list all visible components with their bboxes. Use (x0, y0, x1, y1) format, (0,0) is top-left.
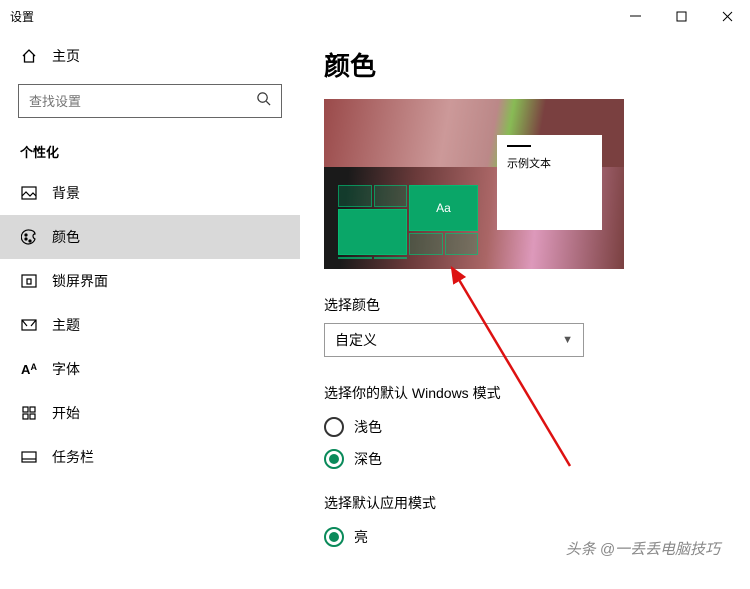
sidebar-item-taskbar[interactable]: 任务栏 (0, 435, 300, 479)
home-label: 主页 (52, 46, 80, 66)
start-icon (20, 406, 38, 420)
sidebar-item-label: 锁屏界面 (52, 271, 108, 291)
dropdown-value: 自定义 (335, 330, 377, 350)
sidebar-item-label: 开始 (52, 403, 80, 423)
page-title: 颜色 (324, 46, 750, 83)
lockscreen-icon (20, 274, 38, 288)
theme-icon (20, 318, 38, 332)
radio-label: 浅色 (354, 417, 382, 437)
sidebar-group-header: 个性化 (0, 136, 300, 171)
sidebar-item-label: 主题 (52, 315, 80, 335)
radio-icon (324, 449, 344, 469)
choose-color-dropdown[interactable]: 自定义 ▼ (324, 323, 584, 357)
sidebar-item-themes[interactable]: 主题 (0, 303, 300, 347)
radio-icon (324, 527, 344, 547)
home-link[interactable]: 主页 (0, 38, 300, 74)
sidebar-item-fonts[interactable]: AA 字体 (0, 347, 300, 391)
home-icon (20, 48, 38, 64)
watermark: 头条 @一丢丢电脑技巧 (566, 538, 720, 559)
radio-windows-light[interactable]: 浅色 (324, 411, 750, 443)
palette-icon (20, 229, 38, 245)
font-icon: AA (20, 362, 38, 377)
content-pane: 颜色 Aa 示例文本 选择颜色 自定义 ▼ 选择你的默认 Windows 模式 … (300, 32, 750, 589)
sidebar-item-background[interactable]: 背景 (0, 171, 300, 215)
sample-window: 示例文本 (497, 135, 602, 230)
sidebar-item-start[interactable]: 开始 (0, 391, 300, 435)
minimize-button[interactable] (612, 0, 658, 32)
search-input[interactable] (29, 94, 256, 109)
radio-label: 深色 (354, 449, 382, 469)
choose-color-label: 选择颜色 (324, 295, 750, 315)
chevron-down-icon: ▼ (562, 334, 573, 346)
color-preview: Aa 示例文本 (324, 99, 624, 269)
radio-icon (324, 417, 344, 437)
radio-label: 亮 (354, 527, 368, 547)
sidebar-item-label: 字体 (52, 359, 80, 379)
window-controls (612, 0, 750, 32)
sidebar-item-colors[interactable]: 颜色 (0, 215, 300, 259)
sidebar: 主页 个性化 背景 颜色 锁屏界面 主题 AA 字体 开始 (0, 32, 300, 589)
window-title: 设置 (10, 8, 34, 25)
search-box[interactable] (18, 84, 282, 118)
taskbar-icon (20, 451, 38, 463)
windows-mode-label: 选择你的默认 Windows 模式 (324, 383, 750, 403)
close-button[interactable] (704, 0, 750, 32)
image-icon (20, 186, 38, 200)
search-icon (256, 91, 271, 111)
sidebar-item-label: 背景 (52, 183, 80, 203)
sample-text: 示例文本 (507, 158, 551, 170)
radio-windows-dark[interactable]: 深色 (324, 443, 750, 475)
sidebar-item-lockscreen[interactable]: 锁屏界面 (0, 259, 300, 303)
sidebar-item-label: 任务栏 (52, 447, 94, 467)
tile-aa: Aa (409, 185, 478, 231)
start-tile-preview: Aa (338, 185, 478, 259)
app-mode-label: 选择默认应用模式 (324, 493, 750, 513)
sidebar-item-label: 颜色 (52, 227, 80, 247)
maximize-button[interactable] (658, 0, 704, 32)
